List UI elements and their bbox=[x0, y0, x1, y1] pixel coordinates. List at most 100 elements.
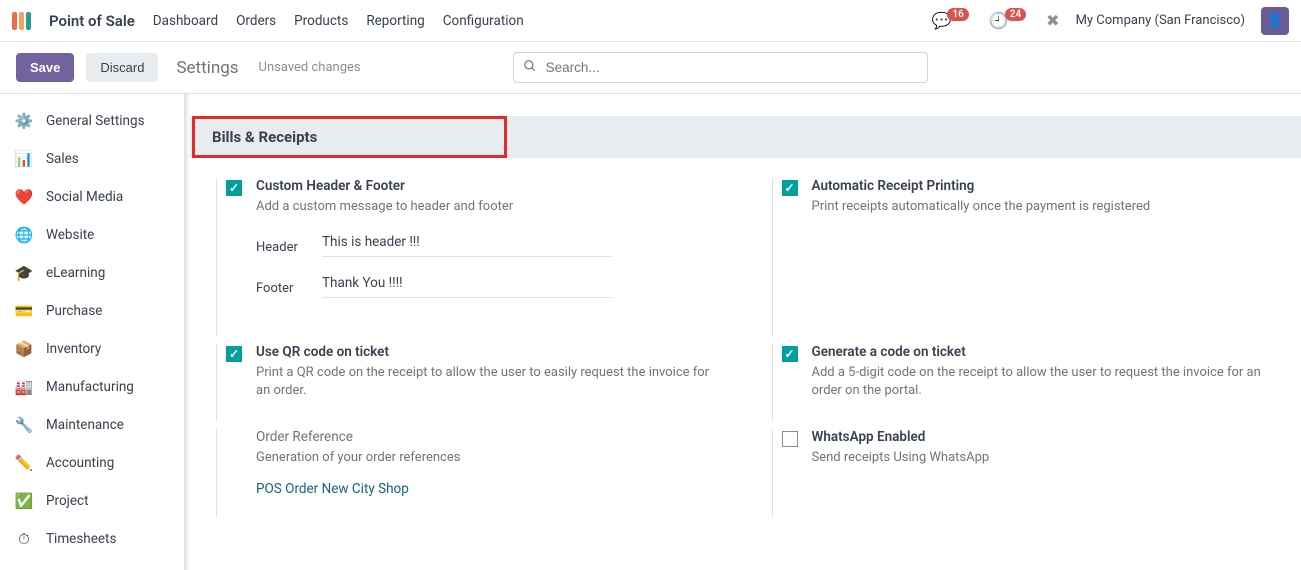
block-divider bbox=[772, 178, 773, 336]
action-bar: Save Discard Settings Unsaved changes bbox=[0, 42, 1301, 94]
sidebar-icon: 💳 bbox=[14, 301, 34, 321]
block-divider bbox=[772, 429, 773, 517]
input-underline bbox=[322, 297, 612, 298]
nav-dashboard[interactable]: Dashboard bbox=[153, 13, 218, 29]
page-title: Settings bbox=[176, 58, 238, 78]
sidebar-item-manufacturing[interactable]: 🏭 Manufacturing bbox=[0, 368, 184, 406]
checkbox-auto-receipt-printing[interactable] bbox=[782, 180, 798, 196]
discard-button[interactable]: Discard bbox=[86, 53, 158, 82]
save-button[interactable]: Save bbox=[16, 53, 74, 82]
main-area: ⚙️General Settings 📊 Sales ❤️ Social Media 🌐 W… bbox=[0, 94, 1301, 570]
search-icon bbox=[523, 59, 537, 77]
sidebar-item-timesheets[interactable]: ⏱ Timesheets bbox=[0, 520, 184, 558]
top-navbar: Point of Sale Dashboard Orders Products … bbox=[0, 0, 1301, 42]
setting-desc: Add a custom message to header and foote… bbox=[256, 198, 716, 216]
header-field-value[interactable]: This is header !!! bbox=[322, 234, 716, 254]
sidebar-icon: ❤️ bbox=[14, 187, 34, 207]
user-avatar[interactable]: 👤 bbox=[1261, 7, 1289, 35]
sidebar-item-inventory[interactable]: 📦 Inventory bbox=[0, 330, 184, 368]
search-input[interactable] bbox=[513, 52, 928, 83]
setting-desc: Add a 5-digit code on the receipt to all… bbox=[812, 364, 1272, 400]
navbar-right: 💬 16 🕘 24 ✖ My Company (San Francisco) 👤 bbox=[931, 7, 1289, 35]
nav-orders[interactable]: Orders bbox=[236, 13, 276, 29]
sidebar-item-project[interactable]: ✅ Project bbox=[0, 482, 184, 520]
activities-count: 24 bbox=[1005, 8, 1026, 21]
setting-title: Generate a code on ticket bbox=[812, 344, 1272, 360]
sidebar-item-label: Social Media bbox=[46, 189, 123, 205]
sidebar-item-label: Project bbox=[46, 493, 89, 509]
section-header-bills-receipts: Bills & Receipts bbox=[190, 116, 1301, 158]
block-divider bbox=[216, 344, 217, 420]
sidebar-item-label: Sales bbox=[46, 151, 79, 167]
sidebar-icon: ⏱ bbox=[14, 529, 34, 549]
block-divider bbox=[216, 429, 217, 517]
sidebar-item-label: Website bbox=[46, 227, 94, 243]
setting-title: WhatsApp Enabled bbox=[812, 429, 1272, 445]
sidebar-item-elearning[interactable]: 🎓 eLearning bbox=[0, 254, 184, 292]
messages-count: 16 bbox=[947, 8, 968, 21]
messages-button[interactable]: 💬 16 bbox=[931, 11, 972, 30]
setting-title: Custom Header & Footer bbox=[256, 178, 716, 194]
section-title: Bills & Receipts bbox=[212, 128, 317, 146]
setting-title: Order Reference bbox=[256, 429, 716, 445]
app-logo-icon[interactable] bbox=[12, 12, 31, 30]
unsaved-indicator: Unsaved changes bbox=[259, 60, 361, 75]
setting-desc: Send receipts Using WhatsApp bbox=[812, 449, 1272, 467]
setting-title: Use QR code on ticket bbox=[256, 344, 716, 360]
checkbox-qr-code-ticket[interactable] bbox=[226, 346, 242, 362]
footer-field-label: Footer bbox=[256, 281, 322, 298]
nav-products[interactable]: Products bbox=[294, 13, 348, 29]
settings-grid: Custom Header & Footer Add a custom mess… bbox=[190, 158, 1301, 535]
setting-desc: Print receipts automatically once the pa… bbox=[812, 198, 1272, 216]
sidebar-item-website[interactable]: 🌐 Website bbox=[0, 216, 184, 254]
sidebar-icon: ✅ bbox=[14, 491, 34, 511]
setting-title: Automatic Receipt Printing bbox=[812, 178, 1272, 194]
setting-qr-code-ticket: Use QR code on ticket Print a QR code on… bbox=[190, 344, 746, 428]
block-divider bbox=[216, 178, 217, 336]
sidebar-item-label: Purchase bbox=[46, 303, 102, 319]
settings-content[interactable]: Bills & Receipts Custom Header & Footer … bbox=[190, 94, 1301, 570]
footer-field-value[interactable]: Thank You !!!! bbox=[322, 275, 716, 295]
setting-custom-header-footer: Custom Header & Footer Add a custom mess… bbox=[190, 178, 746, 344]
sidebar-item-sales[interactable]: 📊 Sales bbox=[0, 140, 184, 178]
company-switcher[interactable]: My Company (San Francisco) bbox=[1076, 13, 1245, 28]
setting-generate-code-ticket: Generate a code on ticket Add a 5-digit … bbox=[746, 344, 1301, 428]
sidebar-item-label: Manufacturing bbox=[46, 379, 134, 395]
setting-desc: Print a QR code on the receipt to allow … bbox=[256, 364, 716, 400]
settings-sidebar[interactable]: ⚙️General Settings 📊 Sales ❤️ Social Media 🌐 W… bbox=[0, 94, 184, 570]
activities-button[interactable]: 🕘 24 bbox=[989, 11, 1030, 30]
checkbox-custom-header-footer[interactable] bbox=[226, 180, 242, 196]
setting-whatsapp-enabled: WhatsApp Enabled Send receipts Using Wha… bbox=[746, 429, 1301, 525]
nav-configuration[interactable]: Configuration bbox=[443, 13, 524, 29]
setting-auto-receipt-printing: Automatic Receipt Printing Print receipt… bbox=[746, 178, 1301, 344]
sidebar-item-purchase[interactable]: 💳 Purchase bbox=[0, 292, 184, 330]
setting-desc: Generation of your order references bbox=[256, 449, 716, 467]
checkbox-whatsapp-enabled[interactable] bbox=[782, 431, 798, 447]
sidebar-item-label: Accounting bbox=[46, 455, 114, 471]
app-name[interactable]: Point of Sale bbox=[49, 12, 135, 30]
order-reference-link[interactable]: POS Order New City Shop bbox=[256, 481, 409, 497]
nav-reporting[interactable]: Reporting bbox=[366, 13, 424, 29]
setting-order-reference: Order Reference Generation of your order… bbox=[190, 429, 746, 525]
sidebar-item-label: Timesheets bbox=[46, 531, 116, 547]
checkbox-generate-code-ticket[interactable] bbox=[782, 346, 798, 362]
sidebar-item-label: General Settings bbox=[46, 113, 145, 129]
block-divider bbox=[772, 344, 773, 420]
navbar-left: Point of Sale Dashboard Orders Products … bbox=[12, 12, 524, 30]
sidebar-icon: 📊 bbox=[14, 149, 34, 169]
header-field-label: Header bbox=[256, 240, 322, 257]
sidebar-icon: 🔧 bbox=[14, 415, 34, 435]
sidebar-item-label: Maintenance bbox=[46, 417, 124, 433]
sidebar-item-general-settings[interactable]: ⚙️General Settings bbox=[0, 102, 184, 140]
sidebar-item-label: Inventory bbox=[46, 341, 101, 357]
sidebar-icon: 🌐 bbox=[14, 225, 34, 245]
sidebar-icon: 🏭 bbox=[14, 377, 34, 397]
sidebar-item-label: eLearning bbox=[46, 265, 105, 281]
sidebar-item-accounting[interactable]: ✏️ Accounting bbox=[0, 444, 184, 482]
sidebar-icon: ✏️ bbox=[14, 453, 34, 473]
sidebar-item-social-media[interactable]: ❤️ Social Media bbox=[0, 178, 184, 216]
sidebar-item-maintenance[interactable]: 🔧 Maintenance bbox=[0, 406, 184, 444]
tools-icon[interactable]: ✖ bbox=[1046, 11, 1059, 30]
sidebar-icon: 📦 bbox=[14, 339, 34, 359]
sidebar-icon: 🎓 bbox=[14, 263, 34, 283]
